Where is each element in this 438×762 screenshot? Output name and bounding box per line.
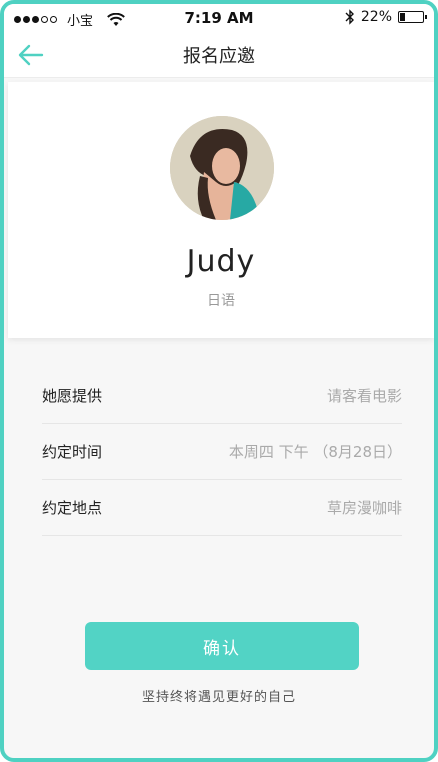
info-list: 她愿提供 请客看电影 约定时间 本周四 下午 （8月28日） 约定地点 草房漫咖…	[42, 368, 402, 536]
phone-frame: 小宝 7:19 AM 22% 报名应邀 Judy 日语 她愿提供 请客看电影 约…	[0, 0, 438, 762]
slogan-text: 坚持终将遇见更好的自己	[141, 690, 296, 705]
battery-fill	[400, 13, 405, 21]
info-label: 约定时间	[42, 443, 103, 461]
battery-icon	[398, 11, 427, 23]
info-value: 本周四 下午 （8月28日）	[228, 443, 402, 461]
avatar-image	[170, 116, 274, 220]
nav-bar: 报名应邀	[4, 32, 434, 78]
profile-card: Judy 日语	[8, 82, 434, 338]
avatar[interactable]	[170, 116, 274, 220]
info-value: 草房漫咖啡	[326, 499, 402, 517]
info-value: 请客看电影	[326, 387, 402, 405]
bluetooth-icon	[345, 9, 354, 25]
confirm-button[interactable]: 确认	[85, 622, 359, 670]
info-label: 她愿提供	[42, 387, 103, 405]
profile-language: 日语	[207, 293, 235, 309]
status-right: 22%	[345, 9, 427, 25]
info-row-offer[interactable]: 她愿提供 请客看电影	[42, 368, 402, 424]
profile-name: Judy	[186, 244, 256, 279]
info-row-location[interactable]: 约定地点 草房漫咖啡	[42, 480, 402, 536]
status-bar: 小宝 7:19 AM 22%	[4, 4, 434, 32]
battery-percent: 22%	[360, 9, 392, 25]
page-title: 报名应邀	[183, 46, 255, 67]
info-label: 约定地点	[42, 499, 103, 517]
info-row-time[interactable]: 约定时间 本周四 下午 （8月28日）	[42, 424, 402, 480]
